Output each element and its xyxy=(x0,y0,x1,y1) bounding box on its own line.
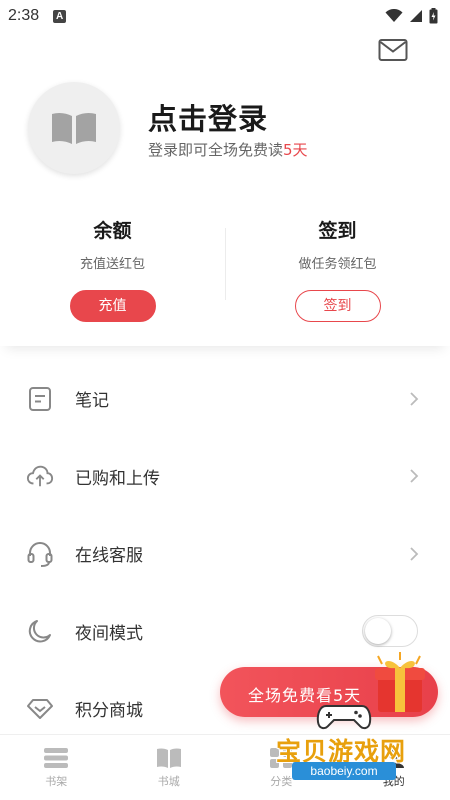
recharge-button[interactable]: 充值 xyxy=(69,290,156,322)
free-days-highlight: 5天 xyxy=(283,141,308,159)
note-icon xyxy=(26,385,54,413)
moon-icon xyxy=(26,617,54,645)
checkin-title: 签到 xyxy=(318,220,357,242)
menu-item-notes[interactable]: 笔记 xyxy=(0,360,450,438)
gamepad-icon xyxy=(316,705,372,730)
menu-item-label: 夜间模式 xyxy=(75,623,143,644)
status-icons xyxy=(385,8,438,24)
chevron-right-icon xyxy=(410,392,419,406)
tab-label: 书架 xyxy=(45,775,68,788)
chevron-right-icon xyxy=(410,547,419,561)
book-icon xyxy=(156,748,181,768)
tab-bookstore[interactable]: 书城 xyxy=(113,735,226,800)
headset-icon xyxy=(26,540,54,568)
notification-icon: A xyxy=(53,9,67,23)
checkin-subtitle: 做任务领红包 xyxy=(298,257,377,272)
balance-title: 余额 xyxy=(93,220,132,242)
avatar[interactable] xyxy=(28,82,120,174)
checkin-section: 签到 做任务领红包 签到 xyxy=(225,196,450,322)
login-title[interactable]: 点击登录 xyxy=(148,96,268,138)
chevron-right-icon xyxy=(410,469,419,483)
checkin-button[interactable]: 签到 xyxy=(294,290,381,322)
status-time: 2:38 xyxy=(8,7,40,24)
mail-icon xyxy=(378,39,408,61)
watermark-url: baobeiy.com xyxy=(292,762,396,780)
menu-item-label: 已购和上传 xyxy=(75,468,160,489)
balance-section: 余额 充值送红包 充值 xyxy=(0,196,225,322)
wifi-icon xyxy=(385,9,403,22)
menu-item-label: 在线客服 xyxy=(75,546,143,567)
menu-item-label: 积分商城 xyxy=(75,701,143,722)
bookshelf-icon xyxy=(44,748,69,768)
battery-icon xyxy=(429,8,438,24)
balance-subtitle: 充值送红包 xyxy=(79,257,145,272)
login-subtitle-text: 登录即可全场免费读 xyxy=(148,141,284,159)
toggle-knob xyxy=(365,618,391,645)
mail-button[interactable] xyxy=(378,38,410,64)
diamond-icon xyxy=(26,695,54,723)
balance-card: 余额 充值送红包 充值 签到 做任务领红包 签到 xyxy=(0,196,450,346)
menu-item-purchased[interactable]: 已购和上传 xyxy=(0,438,450,516)
book-open-icon xyxy=(52,112,96,144)
signal-icon xyxy=(410,10,422,22)
watermark: 宝贝游戏网 baobeiy.com xyxy=(270,700,420,796)
menu-item-customer-service[interactable]: 在线客服 xyxy=(0,515,450,593)
menu-item-label: 笔记 xyxy=(75,391,109,412)
night-mode-toggle[interactable] xyxy=(362,615,418,648)
tab-label: 书城 xyxy=(157,775,180,788)
tab-bookshelf[interactable]: 书架 xyxy=(0,735,113,800)
status-bar: 2:38 A xyxy=(0,0,450,32)
login-subtitle: 登录即可全场免费读5天 xyxy=(148,139,308,160)
cloud-upload-icon xyxy=(26,462,54,490)
